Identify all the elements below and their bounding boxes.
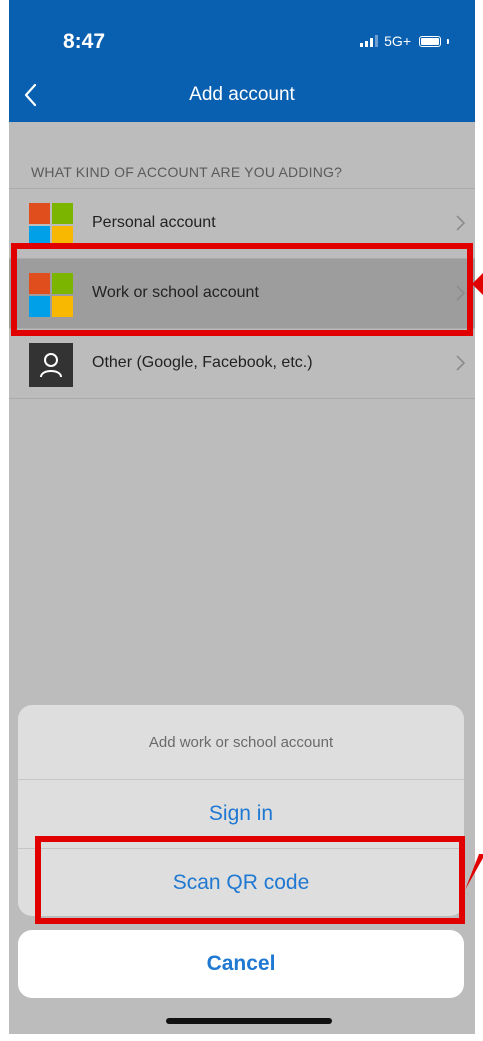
- chevron-right-icon: [456, 285, 466, 301]
- chevron-right-icon: [456, 215, 466, 231]
- action-sheet: Add work or school account Sign in Scan …: [18, 705, 464, 916]
- home-indicator: [166, 1018, 332, 1024]
- cancel-button[interactable]: Cancel: [18, 930, 464, 998]
- account-type-list: Personal account Work or school account …: [9, 188, 475, 399]
- network-type: 5G+: [384, 33, 411, 49]
- section-header: WHAT KIND OF ACCOUNT ARE YOU ADDING?: [31, 164, 343, 180]
- status-indicators: 5G+: [360, 33, 449, 49]
- scan-qr-code-button[interactable]: Scan QR code: [18, 849, 464, 916]
- battery-icon: [419, 35, 441, 47]
- account-option-other[interactable]: Other (Google, Facebook, etc.): [9, 329, 475, 399]
- battery-tip: [447, 38, 449, 44]
- page-title: Add account: [189, 84, 295, 105]
- microsoft-logo-icon: [29, 273, 73, 317]
- account-option-personal[interactable]: Personal account: [9, 189, 475, 259]
- status-time: 8:47: [63, 30, 106, 53]
- account-option-work-school[interactable]: Work or school account: [9, 259, 475, 329]
- header-bar: 8:47 5G+ Add account: [9, 0, 475, 122]
- account-option-label: Work or school account: [92, 284, 259, 301]
- sign-in-button[interactable]: Sign in: [18, 780, 464, 849]
- microsoft-logo-icon: [29, 203, 73, 247]
- person-icon: [29, 343, 73, 387]
- action-sheet-title: Add work or school account: [18, 705, 464, 780]
- phone-screen: 8:47 5G+ Add account WHAT KIND OF ACCOUN…: [9, 0, 475, 1034]
- account-option-label: Other (Google, Facebook, etc.): [92, 354, 313, 371]
- chevron-right-icon: [456, 355, 466, 371]
- signal-icon: [360, 35, 379, 47]
- screenshot-frame: 8:47 5G+ Add account WHAT KIND OF ACCOUN…: [0, 0, 483, 1041]
- account-option-label: Personal account: [92, 214, 216, 231]
